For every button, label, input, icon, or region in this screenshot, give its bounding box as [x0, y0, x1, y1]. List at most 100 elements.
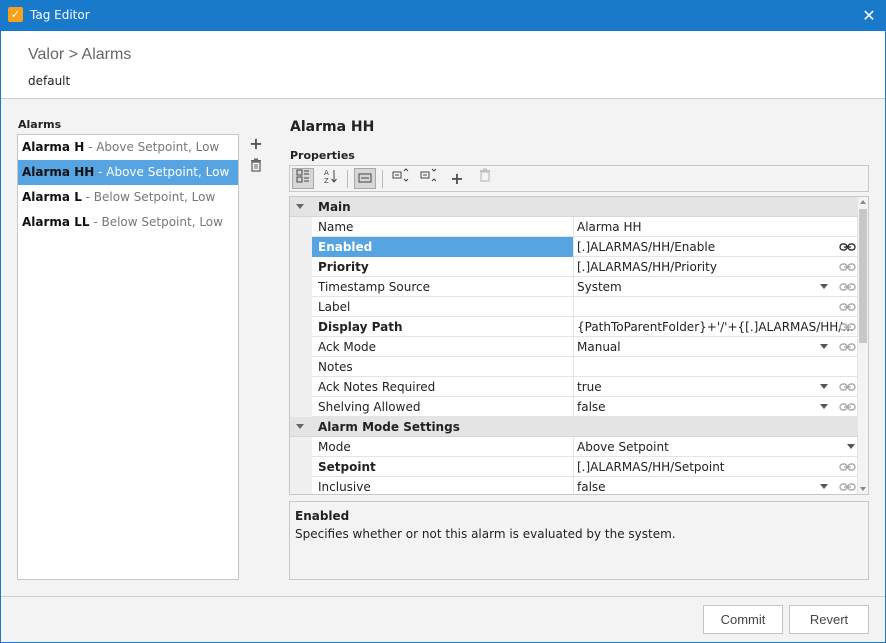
- alphabetical-sort-icon[interactable]: AZ: [320, 168, 342, 189]
- alarm-name: Alarma LL: [22, 215, 90, 229]
- dropdown-arrow-icon[interactable]: [820, 344, 828, 349]
- property-row[interactable]: Priority [.]ALARMAS/HH/Priority: [290, 257, 858, 277]
- property-name[interactable]: Display Path: [312, 317, 574, 337]
- binding-link-icon[interactable]: [839, 320, 856, 334]
- alarms-section-label: Alarms: [18, 118, 62, 131]
- property-name[interactable]: Setpoint: [312, 457, 574, 477]
- property-name[interactable]: Ack Notes Required: [312, 377, 574, 397]
- property-category[interactable]: Alarm Mode Settings: [290, 417, 858, 437]
- property-row[interactable]: Ack Mode Manual: [290, 337, 858, 357]
- collapse-icon[interactable]: [296, 204, 304, 209]
- revert-button[interactable]: Revert: [789, 605, 869, 634]
- dropdown-arrow-icon[interactable]: [820, 284, 828, 289]
- show-description-icon[interactable]: [354, 168, 376, 189]
- property-row[interactable]: Display Path {PathToParentFolder}+'/'+{[.…: [290, 317, 858, 337]
- property-value[interactable]: true: [575, 377, 858, 397]
- property-category[interactable]: Main: [290, 197, 858, 217]
- binding-link-icon[interactable]: [839, 400, 856, 414]
- property-row[interactable]: Inclusive false: [290, 477, 858, 494]
- dropdown-arrow-icon[interactable]: [820, 484, 828, 489]
- binding-link-icon[interactable]: [839, 460, 856, 474]
- property-row[interactable]: Shelving Allowed false: [290, 397, 858, 417]
- scrollbar-thumb[interactable]: [859, 209, 867, 343]
- row-gutter: [290, 337, 312, 357]
- property-row[interactable]: Mode Above Setpoint: [290, 437, 858, 457]
- dropdown-arrow-icon[interactable]: [847, 444, 855, 449]
- collapse-icon[interactable]: [296, 424, 304, 429]
- property-name[interactable]: Mode: [312, 437, 574, 457]
- bind-property-icon[interactable]: [390, 168, 412, 189]
- property-row[interactable]: Enabled [.]ALARMAS/HH/Enable: [290, 237, 858, 257]
- unbind-property-icon[interactable]: [418, 168, 440, 189]
- commit-button[interactable]: Commit: [703, 605, 783, 634]
- property-value[interactable]: {PathToParentFolder}+'/'+{[.]ALARMAS/HH/…: [575, 317, 858, 337]
- property-value[interactable]: [.]ALARMAS/HH/Enable: [575, 237, 858, 257]
- delete-alarm-icon[interactable]: [248, 158, 264, 174]
- property-value[interactable]: [.]ALARMAS/HH/Priority: [575, 257, 858, 277]
- alarm-name: Alarma L: [22, 190, 82, 204]
- property-name[interactable]: Name: [312, 217, 574, 237]
- property-name[interactable]: Notes: [312, 357, 574, 377]
- property-name[interactable]: Shelving Allowed: [312, 397, 574, 417]
- toolbar-separator: [382, 170, 383, 188]
- property-row[interactable]: Label: [290, 297, 858, 317]
- binding-link-icon[interactable]: [839, 240, 856, 254]
- property-name[interactable]: Inclusive: [312, 477, 574, 494]
- row-gutter: [290, 317, 312, 337]
- binding-link-icon[interactable]: [839, 300, 856, 314]
- alarm-list-item[interactable]: Alarma L - Below Setpoint, Low: [18, 185, 238, 210]
- alarm-name: Alarma HH: [22, 165, 95, 179]
- add-property-icon[interactable]: +: [446, 168, 468, 189]
- categorized-view-icon[interactable]: [292, 168, 314, 189]
- property-row[interactable]: Setpoint [.]ALARMAS/HH/Setpoint: [290, 457, 858, 477]
- property-value[interactable]: Alarma HH: [575, 217, 858, 237]
- row-gutter: [290, 237, 312, 257]
- add-alarm-icon[interactable]: +: [248, 136, 264, 152]
- property-grid-scrollbar[interactable]: [857, 197, 868, 494]
- property-value[interactable]: [575, 357, 858, 377]
- row-gutter: [290, 377, 312, 397]
- scroll-down-icon[interactable]: [860, 487, 866, 491]
- property-name[interactable]: Label: [312, 297, 574, 317]
- row-gutter: [290, 277, 312, 297]
- property-value[interactable]: false: [575, 477, 858, 494]
- alarm-list-item[interactable]: Alarma LL - Below Setpoint, Low: [18, 210, 238, 235]
- binding-link-icon[interactable]: [839, 380, 856, 394]
- dropdown-arrow-icon[interactable]: [820, 384, 828, 389]
- category-name: Main: [318, 200, 351, 214]
- property-name[interactable]: Ack Mode: [312, 337, 574, 357]
- property-row[interactable]: Timestamp Source System: [290, 277, 858, 297]
- property-name[interactable]: Timestamp Source: [312, 277, 574, 297]
- property-row[interactable]: Ack Notes Required true: [290, 377, 858, 397]
- binding-link-icon[interactable]: [839, 280, 856, 294]
- property-value[interactable]: Above Setpoint: [575, 437, 858, 457]
- property-value[interactable]: Manual: [575, 337, 858, 357]
- property-row[interactable]: Name Alarma HH: [290, 217, 858, 237]
- binding-link-icon[interactable]: [839, 340, 856, 354]
- category-name: Alarm Mode Settings: [318, 420, 460, 434]
- binding-link-icon[interactable]: [839, 260, 856, 274]
- alarm-list: Alarma H - Above Setpoint, Low Alarma HH …: [17, 134, 239, 580]
- scroll-up-icon[interactable]: [860, 200, 866, 204]
- description-text: Specifies whether or not this alarm is e…: [295, 527, 676, 541]
- property-value[interactable]: [.]ALARMAS/HH/Setpoint: [575, 457, 858, 477]
- description-panel: Enabled Specifies whether or not this al…: [289, 501, 869, 580]
- binding-link-icon[interactable]: [839, 480, 856, 494]
- tag-provider-label: default: [28, 74, 71, 88]
- property-value[interactable]: System: [575, 277, 858, 297]
- row-gutter: [290, 357, 312, 377]
- alarm-list-item[interactable]: Alarma HH - Above Setpoint, Low: [18, 160, 238, 185]
- property-name[interactable]: Enabled: [312, 237, 574, 257]
- property-row[interactable]: Notes: [290, 357, 858, 377]
- properties-label: Properties: [290, 149, 355, 162]
- alarm-list-item[interactable]: Alarma H - Above Setpoint, Low: [18, 135, 238, 160]
- property-name[interactable]: Priority: [312, 257, 574, 277]
- window-title: Tag Editor: [30, 8, 90, 22]
- close-icon[interactable]: ✕: [852, 0, 886, 31]
- property-value[interactable]: false: [575, 397, 858, 417]
- description-title: Enabled: [295, 509, 350, 523]
- toolbar-separator: [347, 170, 348, 188]
- row-gutter: [290, 477, 312, 494]
- dropdown-arrow-icon[interactable]: [820, 404, 828, 409]
- property-value[interactable]: [575, 297, 858, 317]
